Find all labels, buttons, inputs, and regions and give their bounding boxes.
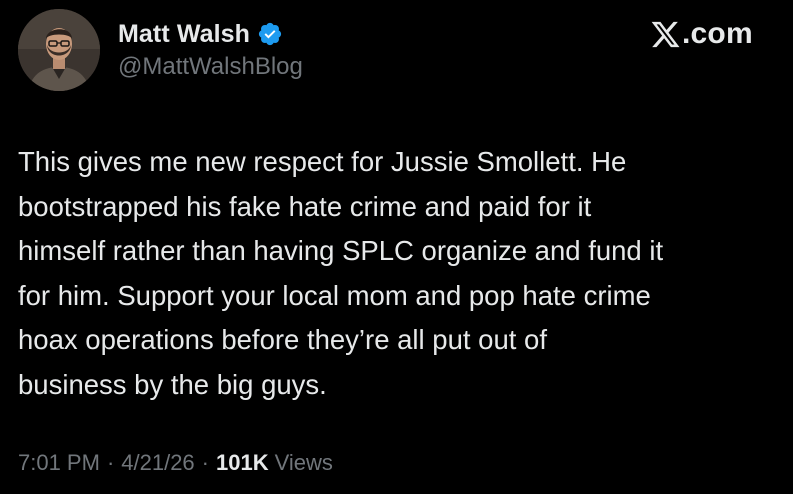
verified-badge-icon — [257, 21, 283, 47]
views-count: 101K — [216, 450, 269, 475]
meta-separator: · — [201, 450, 209, 475]
profile-photo — [18, 9, 100, 91]
views-label: Views — [274, 450, 333, 475]
author-display-name[interactable]: Matt Walsh — [118, 20, 250, 49]
tweet-line: This gives me new respect for Jussie Smo… — [18, 146, 627, 177]
tweet-line: bootstrapped his fake hate crime and pai… — [18, 190, 592, 222]
tweet-meta: 7:01 PM · 4/21/26 · 101K Views — [18, 450, 333, 476]
tweet-line: for him. Support your local mom and pop … — [18, 279, 651, 311]
tweet-date[interactable]: 4/21/26 — [121, 450, 194, 476]
x-logo-icon — [650, 19, 681, 50]
site-domain-text: .com — [682, 17, 753, 50]
meta-separator: · — [106, 450, 115, 475]
author-handle[interactable]: @MattWalshBlog — [118, 53, 303, 81]
tweet-line: hoax operations before they’re all put o… — [18, 324, 547, 356]
author-name-row: Matt Walsh — [118, 18, 283, 50]
tweet-time[interactable]: 7:01 PM — [18, 450, 100, 476]
avatar[interactable] — [18, 9, 100, 91]
tweet-line: himself rather than having SPLC organize… — [18, 235, 664, 267]
tweet-line: business by the big guys. — [18, 368, 327, 400]
tweet-text: This gives me new respect for Jussie Smo… — [18, 140, 778, 408]
site-label: .com — [650, 14, 753, 54]
